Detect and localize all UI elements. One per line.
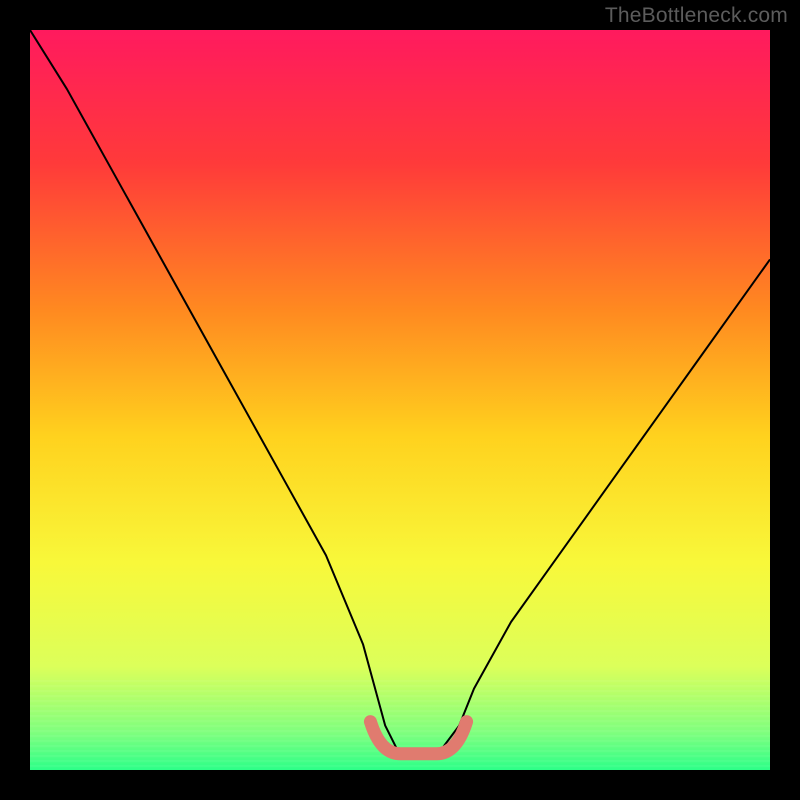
chart-frame: TheBottleneck.com <box>0 0 800 800</box>
chart-svg <box>30 30 770 770</box>
watermark-text: TheBottleneck.com <box>605 4 788 28</box>
gradient-background <box>30 30 770 770</box>
plot-area <box>30 30 770 770</box>
